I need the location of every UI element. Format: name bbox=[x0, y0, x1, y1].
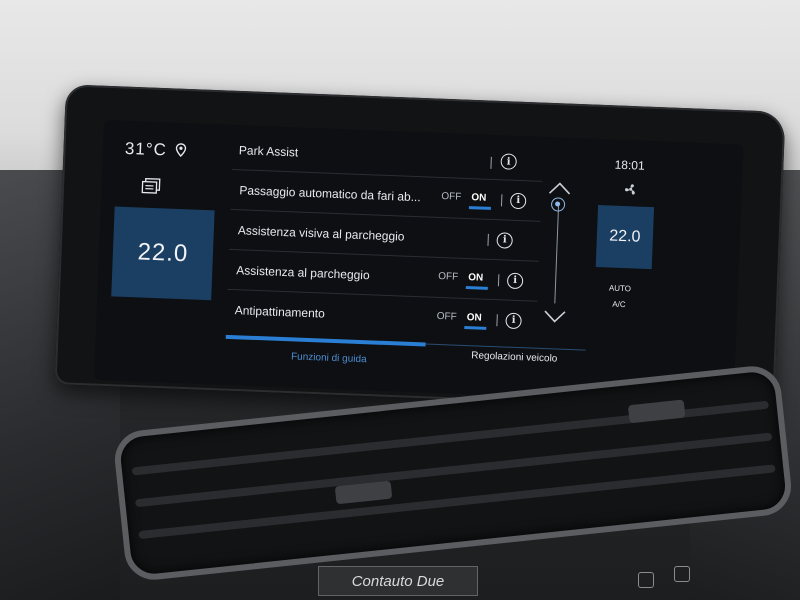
passenger-temperature-tile[interactable]: 22.0 bbox=[595, 205, 655, 270]
info-icon[interactable]: i bbox=[500, 153, 518, 170]
toggle-on-label: ON bbox=[471, 191, 487, 204]
watermark: Contauto Due bbox=[318, 566, 478, 596]
location-pin-icon bbox=[175, 143, 187, 157]
toggle-traction-control[interactable]: OFF ON bbox=[434, 307, 489, 330]
toggle-indicator bbox=[465, 285, 488, 290]
list-scroll-control bbox=[536, 177, 578, 328]
tab-bar: Funzioni di guida Regolazioni veicolo bbox=[224, 334, 586, 389]
setting-label: Antipattinamento bbox=[234, 302, 326, 321]
outside-temperature: 31°C bbox=[124, 138, 168, 160]
info-icon[interactable]: i bbox=[496, 231, 513, 249]
vent-slat bbox=[138, 464, 776, 540]
toggle-off-label: OFF bbox=[436, 310, 457, 323]
row-separator bbox=[487, 233, 489, 246]
chevron-down-icon[interactable] bbox=[543, 309, 568, 324]
toggle-indicator bbox=[468, 205, 491, 210]
chevron-up-icon[interactable] bbox=[547, 181, 572, 196]
info-icon[interactable]: i bbox=[506, 272, 524, 289]
setting-label: Assistenza al parcheggio bbox=[236, 262, 370, 282]
toggle-off-label: OFF bbox=[438, 270, 459, 283]
scrollbar-track[interactable] bbox=[554, 203, 560, 304]
header-separator bbox=[490, 156, 492, 169]
auto-climate-button[interactable]: AUTO bbox=[609, 284, 631, 294]
fan-icon[interactable] bbox=[623, 182, 638, 197]
scrollbar-thumb[interactable] bbox=[550, 197, 566, 212]
infotainment-screen: 31°C 22.0 Park Assist i Passaggio automa… bbox=[94, 120, 744, 405]
tab-divider-line bbox=[425, 343, 586, 351]
setting-label: Passaggio automatico da fari ab... bbox=[239, 182, 422, 204]
tab-driving-functions[interactable]: Funzioni di guida bbox=[291, 351, 367, 365]
list-title: Park Assist bbox=[238, 143, 299, 160]
setting-label: Assistenza visiva al parcheggio bbox=[237, 222, 405, 244]
console-button-icon bbox=[674, 566, 690, 582]
vent-adjuster-right bbox=[627, 399, 686, 424]
ac-button[interactable]: A/C bbox=[612, 300, 626, 310]
toggle-auto-headlights[interactable]: OFF ON bbox=[439, 187, 494, 210]
clock: 18:01 bbox=[614, 157, 645, 173]
row-separator bbox=[500, 193, 503, 206]
toggle-on-label: ON bbox=[466, 311, 482, 324]
row-separator bbox=[497, 273, 500, 286]
row-separator bbox=[496, 313, 498, 326]
toggle-on-label: ON bbox=[468, 271, 484, 284]
tab-vehicle-settings[interactable]: Regolazioni veicolo bbox=[471, 350, 558, 364]
console-button-icon bbox=[638, 572, 654, 588]
menu-icon[interactable] bbox=[141, 177, 162, 194]
vent-slat bbox=[135, 432, 773, 508]
info-icon[interactable]: i bbox=[505, 312, 522, 329]
active-tab-indicator bbox=[225, 334, 426, 347]
driver-temperature-tile[interactable]: 22.0 bbox=[111, 206, 215, 301]
toggle-off-label: OFF bbox=[441, 190, 462, 203]
toggle-park-assist[interactable]: OFF ON bbox=[436, 267, 491, 290]
park-assist-settings-list: Park Assist i Passaggio automatico da fa… bbox=[226, 135, 543, 341]
info-icon[interactable]: i bbox=[509, 192, 527, 209]
toggle-indicator bbox=[464, 325, 487, 330]
